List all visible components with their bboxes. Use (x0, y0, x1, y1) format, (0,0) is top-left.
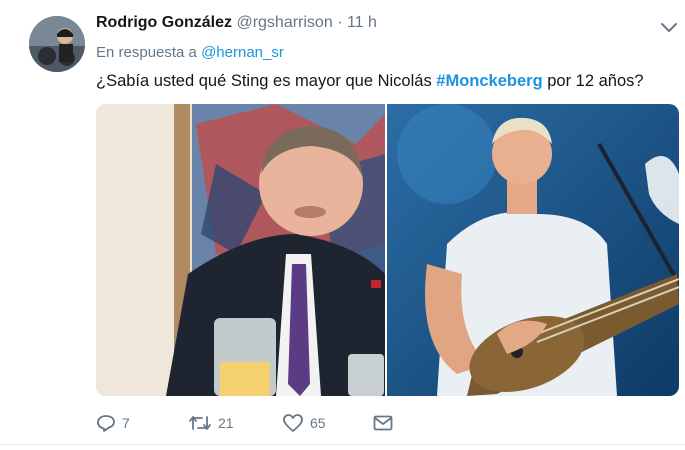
retweet-button[interactable]: 21 (188, 409, 234, 437)
tweet-card[interactable]: Rodrigo González @rgsharrison · 11 h En … (0, 0, 685, 450)
avatar[interactable] (29, 16, 85, 72)
reply-to-link[interactable]: @hernan_sr (201, 44, 284, 61)
author-name[interactable]: Rodrigo González (96, 14, 232, 31)
tweet-time[interactable]: 11 h (347, 14, 377, 31)
reply-prefix: En respuesta a (96, 44, 197, 61)
reply-icon (97, 415, 115, 432)
envelope-icon (373, 415, 393, 431)
hashtag-link[interactable]: #Monckeberg (436, 72, 542, 90)
retweet-icon (189, 416, 211, 430)
reply-context: En respuesta a @hernan_sr (96, 44, 284, 61)
tweet-text-before: ¿Sabía usted qué Sting es mayor que Nico… (96, 72, 437, 90)
author-handle[interactable]: @rgsharrison (236, 14, 332, 31)
tweet-media[interactable] (96, 104, 679, 396)
photo-right[interactable] (387, 104, 679, 396)
tweet-text: ¿Sabía usted qué Sting es mayor que Nico… (96, 72, 644, 91)
reply-button[interactable]: 7 (96, 409, 130, 437)
photo-left[interactable] (96, 104, 385, 396)
chevron-down-icon[interactable] (658, 19, 680, 35)
tweet-header: Rodrigo González @rgsharrison · 11 h (96, 14, 377, 32)
separator-dot: · (337, 14, 343, 31)
retweet-count: 21 (218, 415, 234, 431)
tweet-divider (0, 444, 685, 445)
avatar-image (29, 16, 85, 72)
heart-icon (283, 414, 303, 432)
like-button[interactable]: 65 (282, 409, 326, 437)
tweet-text-after: por 12 años? (542, 72, 644, 90)
direct-message-button[interactable] (372, 409, 394, 437)
like-count: 65 (310, 415, 326, 431)
reply-count: 7 (122, 415, 130, 431)
